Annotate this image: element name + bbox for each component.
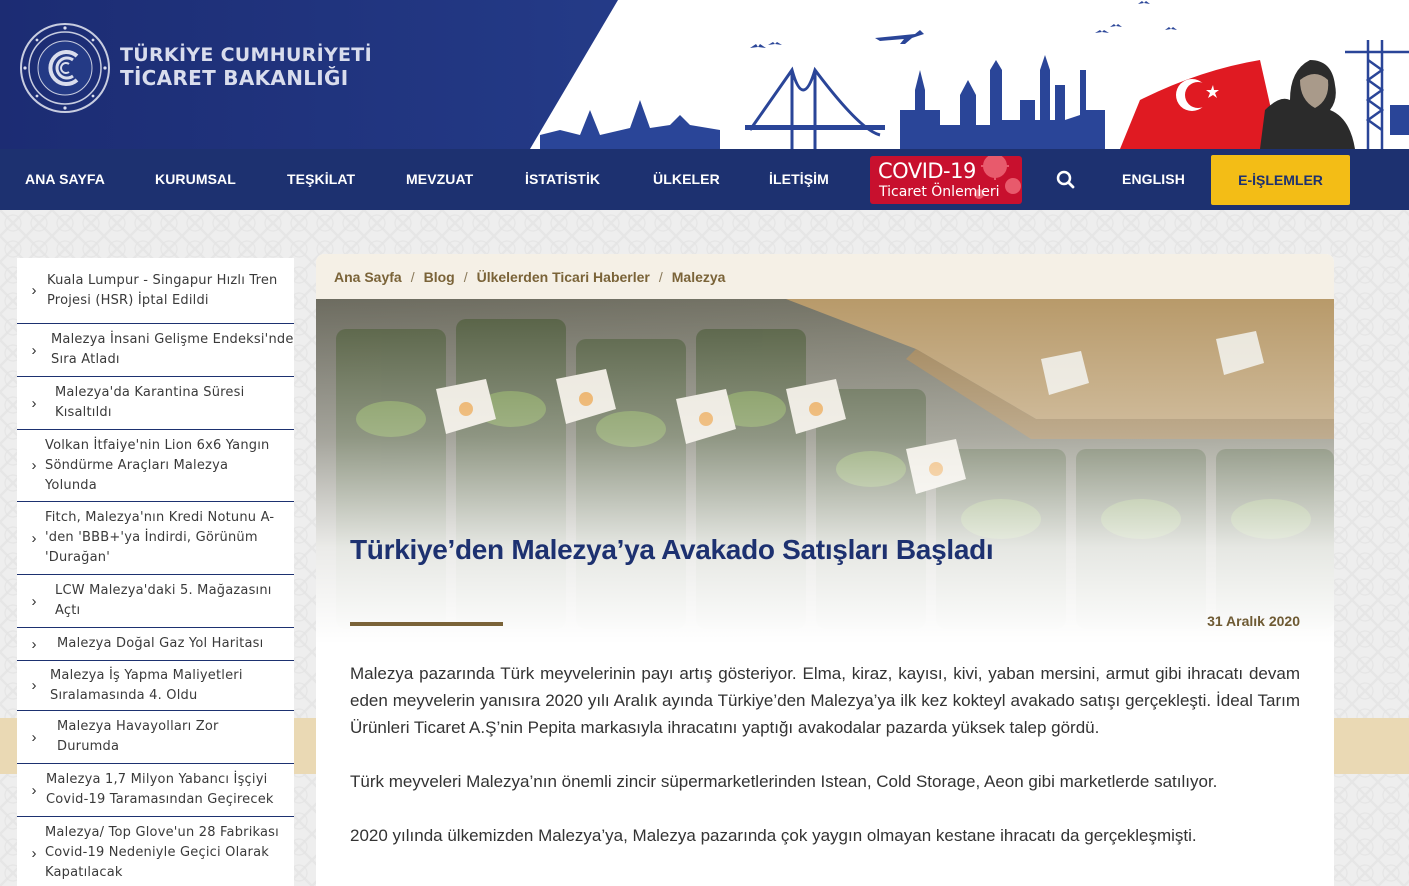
breadcrumb-separator: / (410, 269, 415, 285)
sidebar-news-item[interactable]: › Malezya'da Karantina Süresi Kısaltıldı (17, 377, 294, 430)
breadcrumb: Ana Sayfa / Blog / Ülkelerden Ticari Haberle… (316, 254, 1334, 299)
sidebar-news-label: Malezya Havayolları Zor Durumda (57, 719, 219, 754)
covid-measures-button[interactable]: COVID-19 Ticaret Önlemleri (870, 156, 1022, 204)
nav-iletisim[interactable]: İLETİŞİM (769, 149, 829, 210)
chevron-right-icon: › (31, 677, 37, 694)
sidebar-news-item[interactable]: › Kuala Lumpur - Singapur Hızlı Tren Pro… (17, 258, 294, 324)
nav-istatistik[interactable]: İSTATİSTİK (525, 149, 600, 210)
istanbul-skyline-illustration (540, 1, 1409, 149)
sidebar-news-label: Malezya İnsani Gelişme Endeksi'nde Sıra … (51, 332, 294, 367)
chevron-right-icon: › (31, 394, 37, 412)
sidebar-news-label: Malezya Doğal Gaz Yol Haritası (57, 636, 264, 651)
nav-teskilat[interactable]: TEŞKİLAT (287, 149, 355, 210)
sidebar-news-item[interactable]: › Malezya 1,7 Milyon Yabancı İşçiyi Covi… (17, 764, 294, 817)
breadcrumb-blog[interactable]: Blog (424, 269, 455, 285)
sidebar-news-item[interactable]: › Malezya İnsani Gelişme Endeksi'nde Sır… (17, 324, 294, 377)
covid-subtitle: Ticaret Önlemleri (879, 184, 1000, 200)
breadcrumb-home[interactable]: Ana Sayfa (334, 269, 402, 285)
sidebar-news-item[interactable]: › Malezya Havayolları Zor Durumda (17, 711, 294, 764)
sidebar-news-item[interactable]: › Malezya/ Top Glove'un 28 Fabrikası Cov… (17, 817, 294, 886)
sidebar-news-item[interactable]: › Malezya İş Yapma Maliyetleri Sıralamas… (17, 661, 294, 711)
sidebar-news-label: Malezya 1,7 Milyon Yabancı İşçiyi Covid-… (46, 772, 274, 807)
chevron-right-icon: › (31, 635, 37, 653)
sidebar-news-label: LCW Malezya'daki 5. Mağazasını Açtı (55, 583, 272, 618)
nav-mevzuat[interactable]: MEVZUAT (406, 149, 473, 210)
nav-ulkeler[interactable]: ÜLKELER (653, 149, 720, 210)
chevron-right-icon: › (31, 781, 37, 799)
e-islemler-button[interactable]: E-İŞLEMLER (1211, 155, 1350, 205)
breadcrumb-separator: / (658, 269, 663, 285)
hero-fade-overlay (316, 299, 1334, 644)
sidebar-news-label: Fitch, Malezya'nın Kredi Notunu A- 'den … (45, 510, 275, 565)
chevron-right-icon: › (31, 728, 37, 746)
article-title: Türkiye’den Malezya’ya Avakado Satışları… (350, 534, 994, 565)
sidebar-news-item[interactable]: › Volkan İtfaiye'nin Lion 6x6 Yangın Sön… (17, 430, 294, 502)
chevron-right-icon: › (31, 282, 37, 299)
sidebar-news-label: Kuala Lumpur - Singapur Hızlı Tren Proje… (47, 272, 278, 308)
sidebar-news-label: Malezya İş Yapma Maliyetleri Sıralamasın… (50, 667, 243, 703)
sidebar-news-label: Malezya/ Top Glove'un 28 Fabrikası Covid… (45, 825, 279, 880)
sidebar-news-item[interactable]: › LCW Malezya'daki 5. Mağazasını Açtı (17, 575, 294, 628)
chevron-right-icon: › (31, 341, 37, 359)
chevron-right-icon: › (31, 844, 37, 862)
nav-ana-sayfa[interactable]: ANA SAYFA (25, 149, 105, 210)
search-icon[interactable] (1054, 168, 1078, 192)
sidebar-news-item[interactable]: › Fitch, Malezya'nın Kredi Notunu A- 'de… (17, 502, 294, 575)
breadcrumb-malezya[interactable]: Malezya (672, 269, 726, 285)
article-hero-image (316, 299, 1334, 644)
main-nav: ANA SAYFA KURUMSAL TEŞKİLAT MEVZUAT İSTA… (0, 149, 1409, 210)
brand-line1: TÜRKİYE CUMHURİYETİ (120, 44, 372, 66)
article-panel: Ana Sayfa / Blog / Ülkelerden Ticari Haberle… (316, 254, 1334, 886)
brand-line2: TİCARET BAKANLIĞI (120, 66, 349, 90)
chevron-right-icon: › (31, 592, 37, 610)
related-news-sidebar: › Kuala Lumpur - Singapur Hızlı Tren Pro… (17, 258, 294, 886)
sidebar-news-label: Malezya'da Karantina Süresi Kısaltıldı (55, 385, 245, 420)
nav-english[interactable]: ENGLISH (1122, 149, 1185, 210)
article-date: 31 Aralık 2020 (1207, 613, 1300, 629)
breadcrumb-country-news[interactable]: Ülkelerden Ticari Haberler (477, 269, 650, 285)
chevron-right-icon: › (31, 457, 37, 474)
covid-title: COVID-19 (878, 159, 976, 183)
site-header: TÜRKİYE CUMHURİYETİ TİCARET BAKANLIĞI (0, 0, 1409, 149)
sidebar-news-label: Volkan İtfaiye'nin Lion 6x6 Yangın Söndü… (45, 437, 270, 493)
article-paragraph: Malezya pazarında Türk meyvelerinin payı… (350, 664, 1300, 737)
sidebar-news-item[interactable]: › Malezya Doğal Gaz Yol Haritası (17, 628, 294, 661)
breadcrumb-separator: / (463, 269, 468, 285)
article-paragraph: 2020 yılında ülkemizden Malezya’ya, Male… (350, 826, 1197, 845)
article-paragraph: Türk meyveleri Malezya’nın önemli zincir… (350, 772, 1218, 791)
nav-kurumsal[interactable]: KURUMSAL (155, 149, 236, 210)
ministry-seal-icon[interactable] (19, 22, 111, 114)
article-body: Malezya pazarında Türk meyvelerinin payı… (350, 660, 1300, 876)
chevron-right-icon: › (31, 529, 37, 547)
title-underline (350, 622, 503, 626)
brand-title[interactable]: TÜRKİYE CUMHURİYETİ TİCARET BAKANLIĞI (120, 44, 372, 90)
